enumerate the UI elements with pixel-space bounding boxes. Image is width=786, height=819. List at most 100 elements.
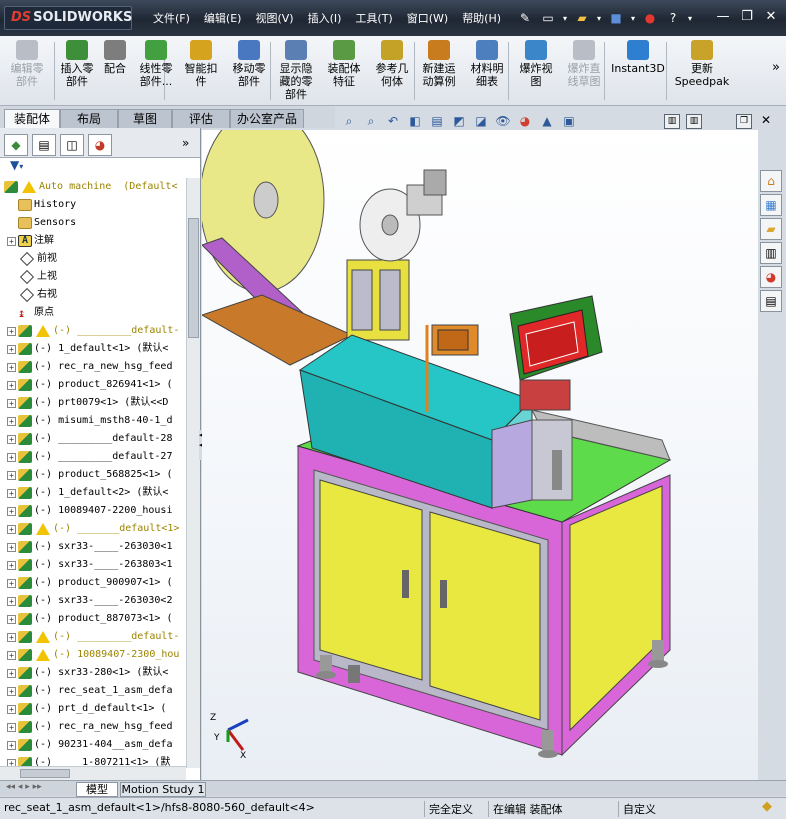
help-icon[interactable]: ? bbox=[663, 8, 683, 28]
ribbon-command[interactable]: 爆炸视 图 bbox=[514, 40, 558, 88]
file-explorer-icon[interactable]: ▰ bbox=[760, 218, 782, 240]
menu-item[interactable]: 帮助(H) bbox=[455, 10, 508, 26]
command-tab[interactable]: 办公室产品 bbox=[230, 109, 304, 128]
tree-filter[interactable]: ▼▾ bbox=[0, 158, 200, 176]
pin-icon[interactable]: ✎ bbox=[515, 8, 535, 28]
expand-icon[interactable]: + bbox=[7, 524, 16, 534]
save-icon[interactable]: ■ bbox=[606, 8, 626, 28]
tree-item[interactable]: Auto machine (Default< bbox=[0, 178, 186, 196]
section-view-icon[interactable]: ◧ bbox=[406, 112, 424, 130]
feature-manager-tab-icon[interactable]: ◆ bbox=[4, 134, 28, 156]
tag-icon[interactable]: ◆ bbox=[762, 799, 772, 814]
ribbon-command[interactable]: 智能扣 件 bbox=[180, 40, 222, 88]
tree-item[interactable]: + (-) 90231-404__asm_defa bbox=[0, 736, 186, 754]
expand-icon[interactable]: + bbox=[7, 614, 16, 624]
view-settings-icon[interactable]: ▣ bbox=[560, 112, 578, 130]
window-split-icon[interactable]: ▥ bbox=[664, 114, 680, 129]
configuration-manager-tab-icon[interactable]: ◫ bbox=[60, 134, 84, 156]
close-icon[interactable]: ✕ bbox=[762, 8, 780, 26]
expand-icon[interactable]: + bbox=[7, 722, 16, 732]
expand-icon[interactable]: + bbox=[7, 236, 16, 246]
tree-item[interactable]: + A 注解 bbox=[0, 232, 186, 250]
menu-item[interactable]: 视图(V) bbox=[248, 10, 300, 26]
menu-item[interactable]: 编辑(E) bbox=[197, 10, 249, 26]
tree-horizontal-scrollbar[interactable] bbox=[0, 766, 186, 780]
tree-item[interactable]: + (-) _________default- bbox=[0, 628, 186, 646]
tree-item[interactable]: + (-) sxr33-____-263030<1 bbox=[0, 538, 186, 556]
tree-item[interactable]: + (-) product_826941<1> ( bbox=[0, 376, 186, 394]
ribbon-command[interactable]: 更新 Speedpak bbox=[672, 40, 732, 88]
expand-icon[interactable]: + bbox=[7, 398, 16, 408]
ribbon-command[interactable]: 新建运 动算例 bbox=[416, 40, 462, 88]
design-library-icon[interactable]: ▦ bbox=[760, 194, 782, 216]
tree-item[interactable]: 右视 bbox=[0, 286, 186, 304]
chevron-down-icon[interactable]: ▾ bbox=[686, 8, 694, 28]
new-document-icon[interactable]: ▭ bbox=[538, 8, 558, 28]
graphics-area[interactable]: Z Y X bbox=[202, 130, 758, 780]
close-viewport-icon[interactable]: ✕ bbox=[758, 114, 774, 129]
tree-item[interactable]: + (-) prt0079<1> (默认<<D bbox=[0, 394, 186, 412]
ribbon-command[interactable]: 参考几 何体 bbox=[370, 40, 414, 88]
tree-item[interactable]: ↨ 原点 bbox=[0, 304, 186, 322]
tree-item[interactable]: + (-) product_900907<1> ( bbox=[0, 574, 186, 592]
tree-item[interactable]: + (-) sxr33-____-263803<1 bbox=[0, 556, 186, 574]
tree-item[interactable]: + (-) _________default-28 bbox=[0, 430, 186, 448]
expand-icon[interactable]: + bbox=[7, 380, 16, 390]
chevron-down-icon[interactable]: ▾ bbox=[561, 8, 569, 28]
expand-icon[interactable]: + bbox=[7, 506, 16, 516]
ribbon-command[interactable]: 显示隐 藏的零 部件 bbox=[276, 40, 316, 101]
ribbon-more-icon[interactable]: » bbox=[772, 60, 780, 75]
menu-item[interactable]: 工具(T) bbox=[348, 10, 399, 26]
menu-item[interactable]: 窗口(W) bbox=[400, 10, 455, 26]
ribbon-command[interactable]: 线性零 部件... bbox=[134, 40, 178, 88]
tree-item[interactable]: + (-) rec_ra_new_hsg_feed bbox=[0, 718, 186, 736]
expand-icon[interactable]: + bbox=[7, 452, 16, 462]
tab-nav-icons[interactable]: ◂◂ ◂ ▸ ▸▸ bbox=[6, 782, 42, 792]
expand-icon[interactable]: + bbox=[7, 578, 16, 588]
resources-home-icon[interactable]: ⌂ bbox=[760, 170, 782, 192]
tree-item[interactable]: Sensors bbox=[0, 214, 186, 232]
ribbon-command[interactable]: 配合 bbox=[100, 40, 130, 75]
expand-icon[interactable]: + bbox=[7, 362, 16, 372]
menu-item[interactable]: 文件(F) bbox=[146, 10, 197, 26]
tree-item[interactable]: + (-) misumi_msth8-40-1_d bbox=[0, 412, 186, 430]
assembly-model-view[interactable] bbox=[202, 130, 758, 780]
chevron-down-icon[interactable]: ▾ bbox=[629, 8, 637, 28]
tab-motion-study[interactable]: Motion Study 1 bbox=[120, 782, 206, 797]
ribbon-command[interactable]: 装配体 特征 bbox=[322, 40, 366, 88]
expand-icon[interactable]: + bbox=[7, 470, 16, 480]
expand-icon[interactable]: + bbox=[7, 416, 16, 426]
tree-item[interactable]: + (-) _______default<1> bbox=[0, 520, 186, 538]
tree-item[interactable]: 前视 bbox=[0, 250, 186, 268]
menu-item[interactable]: 插入(I) bbox=[301, 10, 349, 26]
tree-item[interactable]: + (-) _________default-27 bbox=[0, 448, 186, 466]
restore-icon[interactable]: ❐ bbox=[738, 8, 756, 26]
zoom-area-icon[interactable]: ⌕ bbox=[362, 112, 380, 130]
tree-item[interactable]: + (-) _________default- bbox=[0, 322, 186, 340]
rebuild-traffic-light-icon[interactable]: ● bbox=[640, 8, 660, 28]
command-tab[interactable]: 布局 bbox=[60, 109, 118, 128]
expand-icon[interactable]: + bbox=[7, 740, 16, 750]
open-folder-icon[interactable]: ▰ bbox=[572, 8, 592, 28]
tree-item[interactable]: + (-) rec_seat_1_asm_defa bbox=[0, 682, 186, 700]
zoom-to-fit-icon[interactable]: ⌕ bbox=[340, 112, 358, 130]
window-split-vertical-icon[interactable]: ▥ bbox=[686, 114, 702, 129]
view-palette-icon[interactable]: ▥ bbox=[760, 242, 782, 264]
expand-icon[interactable]: + bbox=[7, 326, 16, 336]
ribbon-command[interactable]: 材料明 细表 bbox=[466, 40, 508, 88]
minimize-icon[interactable]: — bbox=[714, 8, 732, 26]
hide-show-items-icon[interactable]: 👁 bbox=[494, 112, 512, 130]
status-units[interactable]: 自定义 bbox=[618, 801, 656, 817]
apply-scene-icon[interactable]: ▲ bbox=[538, 112, 556, 130]
filter-icon[interactable]: ▼ bbox=[10, 158, 19, 172]
tree-item[interactable]: History bbox=[0, 196, 186, 214]
solidworks-logo[interactable]: DS SOLIDWORKS bbox=[4, 6, 132, 30]
tree-item[interactable]: + (-) 10089407-2300_hou bbox=[0, 646, 186, 664]
custom-properties-icon[interactable]: ▤ bbox=[760, 290, 782, 312]
tree-item[interactable]: + (-) sxr33-280<1> (默认< bbox=[0, 664, 186, 682]
display-manager-tab-icon[interactable]: ◕ bbox=[88, 134, 112, 156]
command-tab[interactable]: 草图 bbox=[118, 109, 172, 128]
expand-icon[interactable]: + bbox=[7, 650, 16, 660]
command-tab[interactable]: 评估 bbox=[172, 109, 230, 128]
tree-item[interactable]: + (-) prt_d_default<1> ( bbox=[0, 700, 186, 718]
